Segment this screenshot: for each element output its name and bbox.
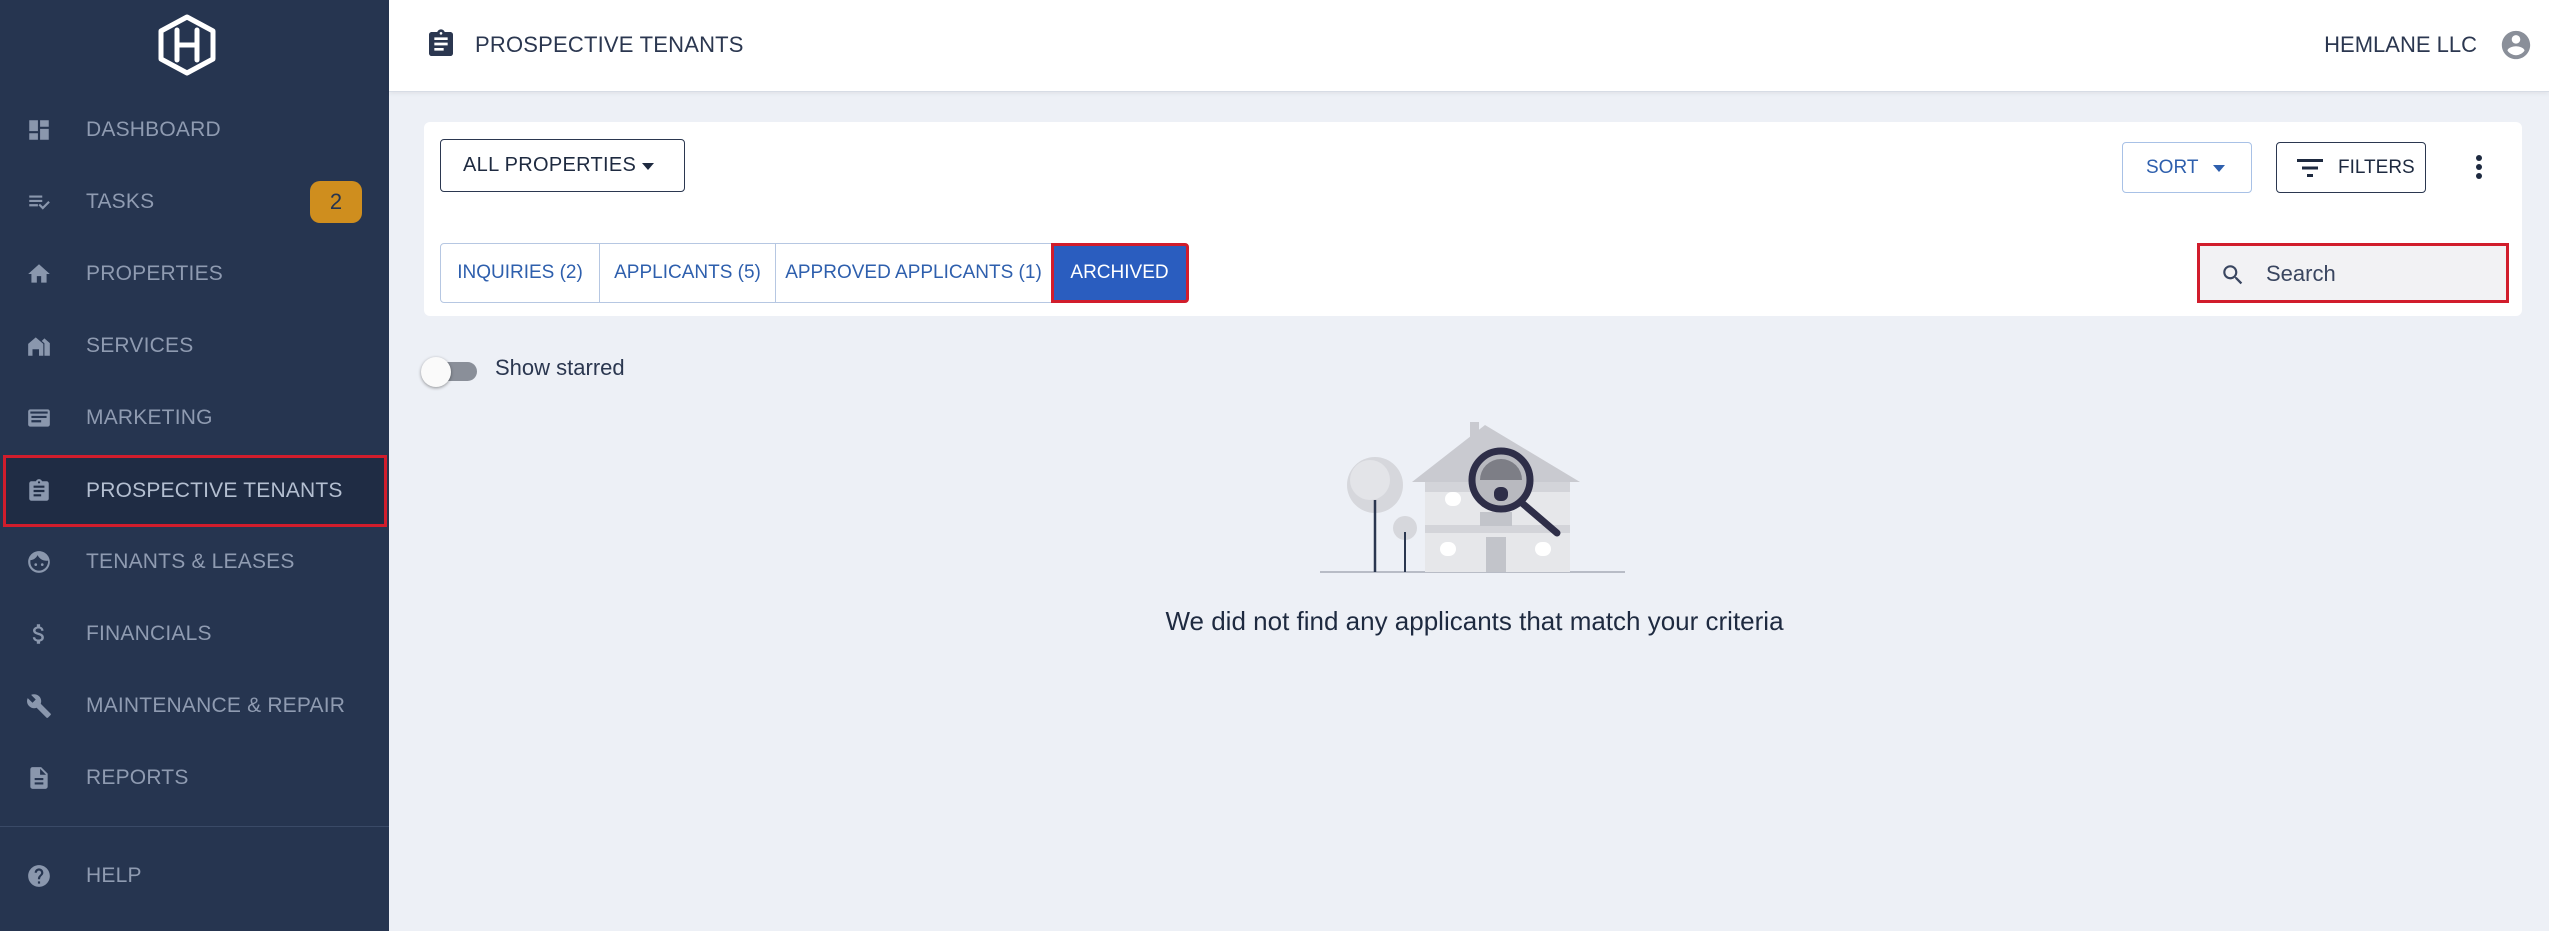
help-icon	[26, 863, 52, 889]
search-box[interactable]	[2197, 243, 2509, 303]
property-select-label: ALL PROPERTIES	[463, 154, 637, 176]
sidebar-item-prospective-tenants[interactable]: PROSPECTIVE TENANTS	[3, 455, 387, 527]
sidebar-item-label: SERVICES	[86, 334, 194, 357]
sidebar-divider	[0, 826, 389, 827]
search-input[interactable]	[2266, 256, 2496, 292]
home-icon	[26, 261, 52, 287]
account-circle-icon[interactable]	[2499, 28, 2533, 62]
property-select[interactable]: ALL PROPERTIES	[440, 139, 685, 192]
page-title: PROSPECTIVE TENANTS	[475, 32, 744, 57]
sidebar-item-label: MARKETING	[86, 406, 213, 429]
wrench-icon	[26, 693, 52, 719]
sidebar-item-properties[interactable]: PROPERTIES	[0, 238, 389, 310]
tasks-count-badge: 2	[310, 181, 362, 223]
status-tabs: INQUIRIES (2) APPLICANTS (5) APPROVED AP…	[440, 243, 1189, 303]
show-starred-toggle[interactable]	[421, 357, 479, 387]
show-starred-label: Show starred	[495, 355, 625, 380]
tab-archived[interactable]: ARCHIVED	[1050, 243, 1189, 303]
sidebar-item-label: PROPERTIES	[86, 262, 223, 285]
sidebar-item-label: MAINTENANCE & REPAIR	[86, 694, 346, 717]
sidebar-item-label: TENANTS & LEASES	[86, 550, 295, 573]
sidebar-item-label: HELP	[86, 864, 142, 887]
sort-label: SORT	[2146, 156, 2199, 178]
sidebar-item-marketing[interactable]: MARKETING	[0, 382, 389, 454]
sidebar-item-tasks[interactable]: TASKS 2	[0, 166, 389, 238]
more-vertical-icon[interactable]	[2464, 148, 2494, 188]
clipboard-icon	[429, 29, 453, 56]
sidebar-item-label: PROSPECTIVE TENANTS	[86, 479, 343, 502]
sidebar-item-maintenance-repair[interactable]: MAINTENANCE & REPAIR	[0, 670, 389, 742]
sidebar-item-label: TASKS	[86, 190, 155, 213]
tenant-face-icon	[26, 549, 52, 575]
caret-down-icon	[2213, 165, 2225, 172]
filters-button[interactable]: FILTERS	[2276, 142, 2426, 193]
sidebar-item-dashboard[interactable]: DASHBOARD	[0, 94, 389, 166]
sidebar-item-tenants-leases[interactable]: TENANTS & LEASES	[0, 526, 389, 598]
sort-button[interactable]: SORT	[2122, 142, 2252, 193]
sidebar-item-services[interactable]: SERVICES	[0, 310, 389, 382]
document-icon	[26, 765, 52, 791]
services-icon	[26, 333, 52, 359]
org-name[interactable]: HEMLANE LLC	[2324, 32, 2477, 58]
empty-state-message: We did not find any applicants that matc…	[1165, 606, 1784, 636]
sidebar-item-help[interactable]: HELP	[0, 840, 389, 912]
sidebar-item-reports[interactable]: REPORTS	[0, 742, 389, 814]
dashboard-icon	[26, 117, 52, 143]
sidebar-item-label: REPORTS	[86, 766, 189, 789]
tab-approved-applicants[interactable]: APPROVED APPLICANTS (1)	[775, 243, 1052, 303]
hemlane-logo-icon[interactable]	[155, 14, 219, 76]
tasks-icon	[26, 189, 52, 215]
clipboard-icon	[26, 478, 52, 504]
top-header: PROSPECTIVE TENANTS HEMLANE LLC	[389, 0, 2549, 92]
sidebar-item-label: DASHBOARD	[86, 118, 221, 141]
filters-label: FILTERS	[2338, 156, 2415, 178]
tab-inquiries[interactable]: INQUIRIES (2)	[440, 243, 600, 303]
tab-applicants[interactable]: APPLICANTS (5)	[598, 243, 777, 303]
search-icon	[2223, 265, 2243, 285]
caret-down-icon	[642, 163, 654, 170]
filter-lines-icon	[2297, 159, 2323, 177]
sidebar: DASHBOARD TASKS 2 PROPERTIES SERVICES MA…	[0, 0, 389, 931]
empty-house-search-illustration	[1320, 422, 1625, 573]
marketing-icon	[26, 405, 52, 431]
toggle-thumb[interactable]	[421, 357, 451, 387]
